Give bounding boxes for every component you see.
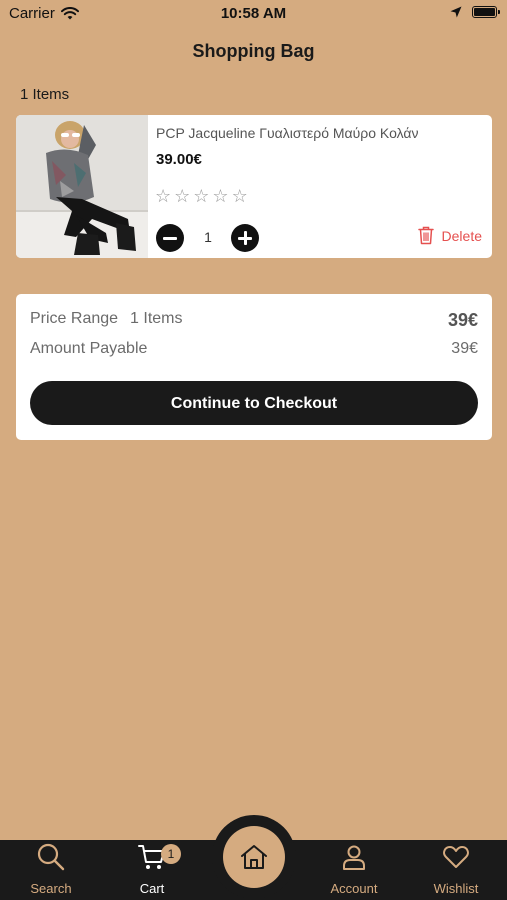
product-photo-illustration (16, 115, 148, 258)
status-bar: Carrier 10:58 AM (0, 0, 507, 28)
tab-wishlist-label: Wishlist (433, 881, 479, 896)
price-range-row: Price Range 1 Items 39€ (30, 310, 478, 331)
trash-icon (417, 226, 434, 245)
amount-payable-value: 39€ (451, 340, 478, 357)
price-range-label: Price Range (30, 310, 119, 327)
bag-item-card: PCP Jacqueline Γυαλιστερό Μαύρο Κολάν 39… (16, 115, 492, 258)
tab-account-label: Account (330, 881, 378, 896)
price-range-items: 1 Items (130, 310, 183, 327)
page-title: Shopping Bag (192, 41, 315, 61)
location-icon (450, 6, 462, 18)
quantity-value: 1 (204, 229, 212, 245)
star-icon[interactable]: ☆ (193, 187, 209, 205)
product-price: 39.00€ (156, 151, 202, 168)
battery-icon (472, 6, 500, 18)
amount-payable-label: Amount Payable (30, 340, 148, 357)
delete-item-button[interactable]: Delete (417, 226, 482, 245)
product-image[interactable] (16, 115, 148, 258)
tab-wishlist[interactable]: Wishlist (416, 842, 496, 896)
delete-label: Delete (441, 227, 482, 244)
checkout-button[interactable]: Continue to Checkout (30, 381, 478, 425)
price-range-value: 39€ (447, 310, 478, 330)
search-icon (37, 843, 65, 871)
increase-quantity-button[interactable] (231, 224, 259, 252)
items-count: 1 Items (20, 86, 70, 103)
order-summary-card: Price Range 1 Items 39€ Amount Payable 39… (16, 294, 492, 440)
home-button[interactable] (223, 826, 285, 888)
clock: 10:58 AM (220, 5, 287, 22)
price-range-text: Price Range 1 Items (30, 310, 183, 331)
tab-account[interactable]: Account (314, 842, 394, 896)
star-icon[interactable]: ☆ (212, 187, 228, 205)
home-icon (241, 845, 267, 869)
product-name[interactable]: PCP Jacqueline Γυαλιστερό Μαύρο Κολάν (156, 125, 419, 141)
star-icon[interactable]: ☆ (174, 187, 190, 205)
star-icon[interactable]: ☆ (232, 187, 248, 205)
decrease-quantity-button[interactable] (156, 224, 184, 252)
heart-icon (443, 846, 469, 868)
tab-cart-label: Cart (139, 881, 165, 896)
rating-stars[interactable]: ☆ ☆ ☆ ☆ ☆ (155, 187, 248, 205)
tab-search[interactable]: Search (11, 842, 91, 896)
cart-badge: 1 (161, 844, 181, 864)
star-icon[interactable]: ☆ (155, 187, 171, 205)
amount-payable-row: Amount Payable 39€ (30, 340, 478, 358)
tab-cart[interactable]: 1 Cart (112, 842, 192, 896)
status-indicators (450, 6, 500, 18)
tab-search-label: Search (30, 881, 72, 896)
user-icon (343, 845, 365, 870)
